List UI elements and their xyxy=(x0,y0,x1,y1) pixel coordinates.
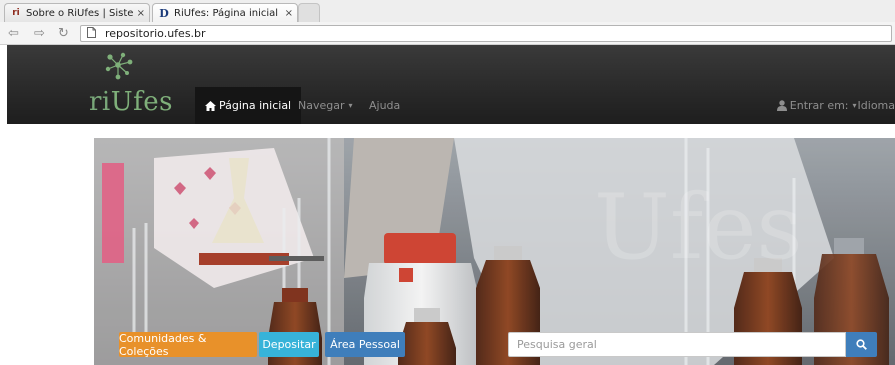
ri-favicon-icon: ri xyxy=(12,8,20,18)
browser-toolbar: ⇦ ⇨ ↻ repositorio.ufes.br xyxy=(0,22,895,45)
back-arrow-icon[interactable]: ⇦ xyxy=(8,26,19,41)
browser-tabstrip: ri Sobre o RiUfes | Sistema I × D RiUfes… xyxy=(0,0,895,22)
nav-home-label: Página inicial xyxy=(219,99,292,112)
address-bar[interactable]: repositorio.ufes.br xyxy=(80,25,892,42)
deposit-button[interactable]: Depositar xyxy=(259,332,319,357)
personal-area-button[interactable]: Área Pessoal xyxy=(325,332,405,357)
molecule-logo-icon xyxy=(105,52,133,80)
communities-collections-button[interactable]: Comunidades & Coleções xyxy=(119,332,257,358)
new-tab-button[interactable] xyxy=(298,3,320,22)
nav-browse-label: Navegar xyxy=(298,99,345,112)
nav-home-link[interactable]: Página inicial xyxy=(195,87,302,124)
search-icon xyxy=(856,339,867,350)
logo-ufes-text: Ufes xyxy=(110,87,174,117)
logo-wordmark: riUfes xyxy=(89,87,173,117)
hero-banner: Ufes Comunidades & Coleções Depositar Ár… xyxy=(94,138,895,365)
user-icon xyxy=(776,100,787,111)
tab-title: RiUfes: Página inicial xyxy=(174,7,279,19)
close-tab-icon[interactable]: × xyxy=(137,8,145,19)
nav-account-area: Entrar em: ▾ Idioma xyxy=(776,87,895,124)
nav-browse-dropdown[interactable]: Navegar ▾ xyxy=(298,87,353,124)
search-button[interactable] xyxy=(846,332,877,357)
url-text: repositorio.ufes.br xyxy=(105,27,206,40)
logo-ri-text: ri xyxy=(89,87,111,117)
close-tab-icon[interactable]: × xyxy=(285,8,293,19)
caret-down-icon: ▾ xyxy=(348,101,353,110)
riufes-logo[interactable]: riUfes xyxy=(89,51,179,119)
forward-arrow-icon[interactable]: ⇨ xyxy=(34,26,45,41)
tab-title: Sobre o RiUfes | Sistema I xyxy=(26,7,133,19)
page-icon xyxy=(87,27,96,41)
login-link[interactable]: Entrar em: xyxy=(790,99,849,112)
nav-help-label: Ajuda xyxy=(369,99,401,112)
browser-tab-about[interactable]: ri Sobre o RiUfes | Sistema I × xyxy=(4,3,150,22)
browser-tab-home[interactable]: D RiUfes: Página inicial × xyxy=(152,3,298,22)
reload-icon[interactable]: ↻ xyxy=(58,26,69,41)
site-navbar: riUfes Página inicial Navegar ▾ Ajuda En… xyxy=(7,45,895,124)
caret-down-icon: ▾ xyxy=(852,101,857,110)
language-dropdown[interactable]: Idioma xyxy=(858,99,895,112)
home-icon xyxy=(205,100,216,111)
general-search-input[interactable] xyxy=(508,332,846,357)
hero-action-bar: Comunidades & Coleções Depositar Área Pe… xyxy=(94,332,895,365)
dspace-favicon-icon: D xyxy=(159,6,169,20)
nav-help-link[interactable]: Ajuda xyxy=(369,87,400,124)
